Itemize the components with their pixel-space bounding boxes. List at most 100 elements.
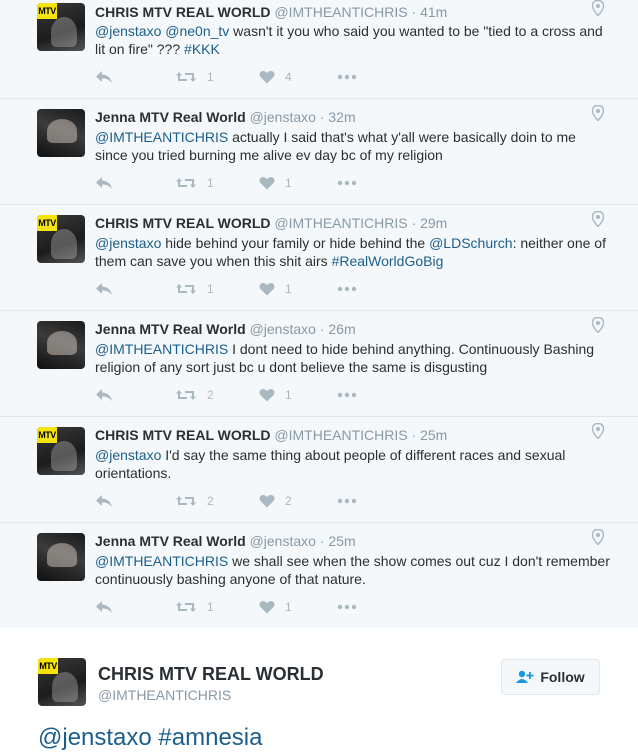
mention-link[interactable]: @jenstaxo <box>95 235 161 251</box>
retweet-button[interactable]: 2 <box>175 493 214 509</box>
tweet-row[interactable]: Jenna MTV Real World @jenstaxo · 32m @IM… <box>0 99 638 205</box>
like-button[interactable]: 4 <box>259 69 292 85</box>
hashtag-link[interactable]: #KKK <box>184 41 220 57</box>
separator-dot: · <box>319 533 325 549</box>
author-name[interactable]: Jenna MTV Real World <box>95 533 246 549</box>
mention-link[interactable]: @IMTHEANTICHRIS <box>95 553 228 569</box>
more-dots-icon <box>337 392 357 398</box>
author-handle[interactable]: @jenstaxo <box>250 109 316 125</box>
hashtag-link[interactable]: #RealWorldGoBig <box>332 253 444 269</box>
tweet-timestamp[interactable]: 29m <box>420 215 447 231</box>
tweet-header: CHRIS MTV REAL WORLD @IMTHEANTICHRIS · 2… <box>95 215 447 231</box>
like-button[interactable]: 1 <box>259 281 292 297</box>
tweet-row[interactable]: Jenna MTV Real World @jenstaxo · 26m @IM… <box>0 311 638 417</box>
tweet-row[interactable]: MTV CHRIS MTV REAL WORLD @IMTHEANTICHRIS… <box>0 0 638 99</box>
like-button[interactable]: 1 <box>259 175 292 191</box>
avatar[interactable] <box>37 109 85 157</box>
tweet-timestamp[interactable]: 25m <box>328 533 355 549</box>
retweet-icon <box>175 176 197 190</box>
reply-button[interactable] <box>95 493 113 509</box>
tweet-text-segment: hide behind your family or hide behind t… <box>161 235 430 251</box>
retweet-count: 1 <box>207 282 214 296</box>
more-button[interactable] <box>337 281 357 297</box>
retweet-button[interactable]: 1 <box>175 175 214 191</box>
retweet-count: 1 <box>207 600 214 614</box>
tweet-timestamp[interactable]: 26m <box>328 321 355 337</box>
reply-button[interactable] <box>95 175 113 191</box>
separator-dot: · <box>319 109 325 125</box>
tweet-text: @IMTHEANTICHRIS I dont need to hide behi… <box>95 340 610 376</box>
tweet-timestamp[interactable]: 41m <box>420 4 447 20</box>
more-button[interactable] <box>337 599 357 615</box>
author-name[interactable]: Jenna MTV Real World <box>95 321 246 337</box>
reply-button[interactable] <box>95 69 113 85</box>
more-button[interactable] <box>337 175 357 191</box>
avatar[interactable] <box>37 533 85 581</box>
tweet-row[interactable]: Jenna MTV Real World @jenstaxo · 25m @IM… <box>0 523 638 629</box>
add-user-icon <box>516 670 534 683</box>
tweet-actions: 2 2 <box>95 493 395 509</box>
reply-icon <box>95 494 113 508</box>
tweet-row[interactable]: MTV CHRIS MTV REAL WORLD @IMTHEANTICHRIS… <box>0 417 638 523</box>
retweet-button[interactable]: 1 <box>175 69 214 85</box>
author-name[interactable]: CHRIS MTV REAL WORLD <box>95 4 271 20</box>
like-count: 1 <box>285 176 292 190</box>
heart-icon <box>259 600 275 614</box>
location-pin-icon[interactable] <box>591 0 605 17</box>
reply-button[interactable] <box>95 387 113 403</box>
more-button[interactable] <box>337 69 357 85</box>
like-button[interactable]: 1 <box>259 387 292 403</box>
tweet-row[interactable]: MTV CHRIS MTV REAL WORLD @IMTHEANTICHRIS… <box>0 205 638 311</box>
location-pin-icon[interactable] <box>591 210 605 228</box>
mention-link[interactable]: @ne0n_tv <box>165 23 229 39</box>
retweet-button[interactable]: 2 <box>175 387 214 403</box>
more-button[interactable] <box>337 387 357 403</box>
location-pin-icon[interactable] <box>591 316 605 334</box>
tweet-header: CHRIS MTV REAL WORLD @IMTHEANTICHRIS · 2… <box>95 427 447 443</box>
location-pin-icon[interactable] <box>591 104 605 122</box>
more-dots-icon <box>337 498 357 504</box>
mention-link[interactable]: @jenstaxo <box>95 23 161 39</box>
tweet-timestamp[interactable]: 25m <box>420 427 447 443</box>
mtv-logo-icon: MTV <box>37 215 57 231</box>
heart-icon <box>259 282 275 296</box>
mention-link[interactable]: @IMTHEANTICHRIS <box>95 129 228 145</box>
avatar[interactable]: MTV <box>38 658 86 706</box>
retweet-count: 2 <box>207 494 214 508</box>
author-handle[interactable]: @jenstaxo <box>250 321 316 337</box>
avatar[interactable]: MTV <box>37 3 85 51</box>
retweet-button[interactable]: 1 <box>175 281 214 297</box>
tweet-timestamp[interactable]: 32m <box>328 109 355 125</box>
author-handle[interactable]: @jenstaxo <box>250 533 316 549</box>
retweet-button[interactable]: 1 <box>175 599 214 615</box>
location-pin-icon[interactable] <box>591 422 605 440</box>
author-handle[interactable]: @IMTHEANTICHRIS <box>274 427 407 443</box>
retweet-count: 1 <box>207 70 214 84</box>
like-count: 1 <box>285 600 292 614</box>
avatar[interactable] <box>37 321 85 369</box>
heart-icon <box>259 388 275 402</box>
author-name[interactable]: Jenna MTV Real World <box>95 109 246 125</box>
author-name[interactable]: CHRIS MTV REAL WORLD <box>95 215 271 231</box>
reply-icon <box>95 282 113 296</box>
reply-button[interactable] <box>95 281 113 297</box>
mention-link[interactable]: @IMTHEANTICHRIS <box>95 341 228 357</box>
like-button[interactable]: 2 <box>259 493 292 509</box>
author-name[interactable]: CHRIS MTV REAL WORLD <box>95 427 271 443</box>
reply-button[interactable] <box>95 599 113 615</box>
location-pin-icon[interactable] <box>591 528 605 546</box>
mention-link[interactable]: @jenstaxo <box>95 447 161 463</box>
focused-author-handle[interactable]: @IMTHEANTICHRIS <box>98 687 231 703</box>
more-button[interactable] <box>337 493 357 509</box>
avatar[interactable]: MTV <box>37 215 85 263</box>
separator-dot: · <box>411 427 417 443</box>
more-dots-icon <box>337 604 357 610</box>
avatar[interactable]: MTV <box>37 427 85 475</box>
mention-link[interactable]: @LDSchurch <box>429 235 512 251</box>
focused-author-name[interactable]: CHRIS MTV REAL WORLD <box>98 664 324 685</box>
author-handle[interactable]: @IMTHEANTICHRIS <box>274 215 407 231</box>
like-button[interactable]: 1 <box>259 599 292 615</box>
follow-button[interactable]: Follow <box>501 659 600 695</box>
author-handle[interactable]: @IMTHEANTICHRIS <box>274 4 407 20</box>
tweet-text-segment: I'd say the same thing about people of d… <box>95 447 566 481</box>
